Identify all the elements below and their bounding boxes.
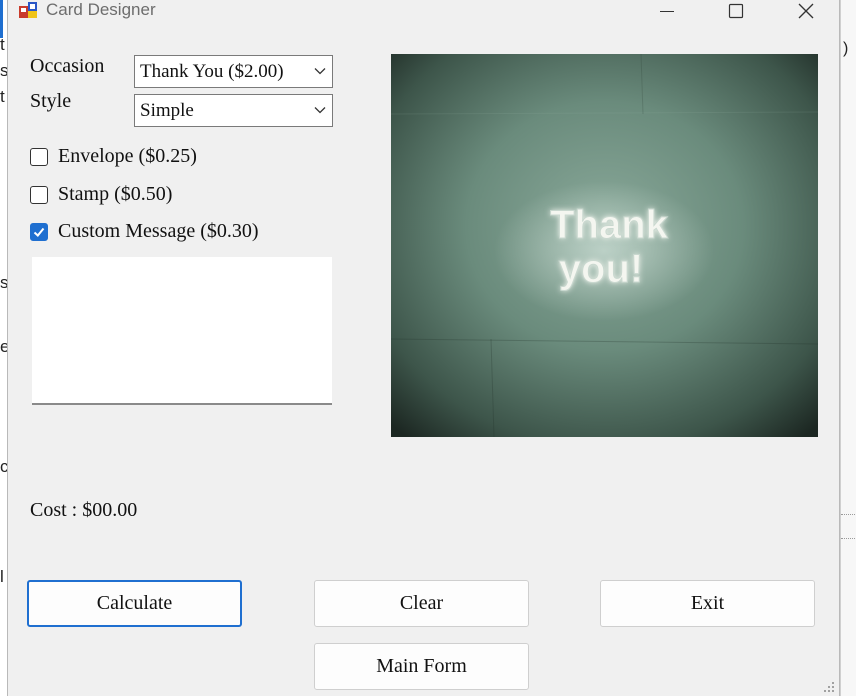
custom-message-textbox[interactable] [32, 257, 332, 405]
bg-divider [841, 538, 856, 539]
custom-message-option[interactable]: Custom Message ($0.30) [30, 220, 259, 243]
background-selection-strip [0, 0, 3, 38]
bg-divider [841, 514, 856, 515]
checkmark-icon [33, 227, 45, 237]
title-bar[interactable]: Card Designer [8, 0, 839, 26]
envelope-option[interactable]: Envelope ($0.25) [30, 145, 197, 168]
main-form-button[interactable]: Main Form [314, 643, 529, 690]
window-title: Card Designer [46, 0, 156, 19]
close-button[interactable] [783, 0, 829, 22]
minimize-icon [660, 11, 674, 12]
card-text-line1: Thank [550, 203, 669, 247]
occasion-value: Thank You ($2.00) [140, 60, 284, 82]
chevron-down-icon [314, 68, 326, 75]
custom-message-checkbox[interactable] [30, 222, 48, 241]
stamp-option[interactable]: Stamp ($0.50) [30, 183, 172, 206]
background-window-left: t s t s e c l [0, 0, 9, 696]
cost-label: Cost : $00.00 [30, 499, 138, 521]
clear-button[interactable]: Clear [314, 580, 529, 627]
bg-fragment: t [0, 87, 5, 106]
card-preview-image: Thank you! [391, 54, 818, 437]
stamp-label: Stamp ($0.50) [58, 183, 173, 205]
stamp-checkbox[interactable] [30, 185, 48, 204]
occasion-dropdown[interactable]: Thank You ($2.00) [134, 55, 333, 88]
card-preview-graphic: Thank you! [391, 54, 818, 437]
bg-fragment: l [0, 567, 4, 586]
card-text-line2: you! [559, 247, 643, 291]
envelope-label: Envelope ($0.25) [58, 145, 197, 167]
maximize-icon [728, 3, 744, 19]
maximize-button[interactable] [713, 0, 759, 22]
background-window-right: ) [840, 0, 856, 696]
envelope-checkbox[interactable] [30, 147, 48, 166]
bg-fragment: ) [843, 40, 849, 57]
style-label: Style [30, 90, 72, 112]
close-icon [798, 3, 814, 19]
occasion-label: Occasion [30, 55, 105, 77]
style-value: Simple [140, 99, 194, 121]
custom-message-label: Custom Message ($0.30) [58, 220, 259, 242]
calculate-button[interactable]: Calculate [27, 580, 242, 627]
style-dropdown[interactable]: Simple [134, 94, 333, 127]
exit-button[interactable]: Exit [600, 580, 815, 627]
minimize-button[interactable] [644, 0, 690, 22]
bg-fragment: t [0, 35, 5, 54]
chevron-down-icon [314, 107, 326, 114]
card-designer-window: Card Designer Occasion Style Thank You (… [7, 0, 840, 696]
resize-grip-icon[interactable] [823, 681, 835, 693]
app-icon [19, 2, 37, 18]
